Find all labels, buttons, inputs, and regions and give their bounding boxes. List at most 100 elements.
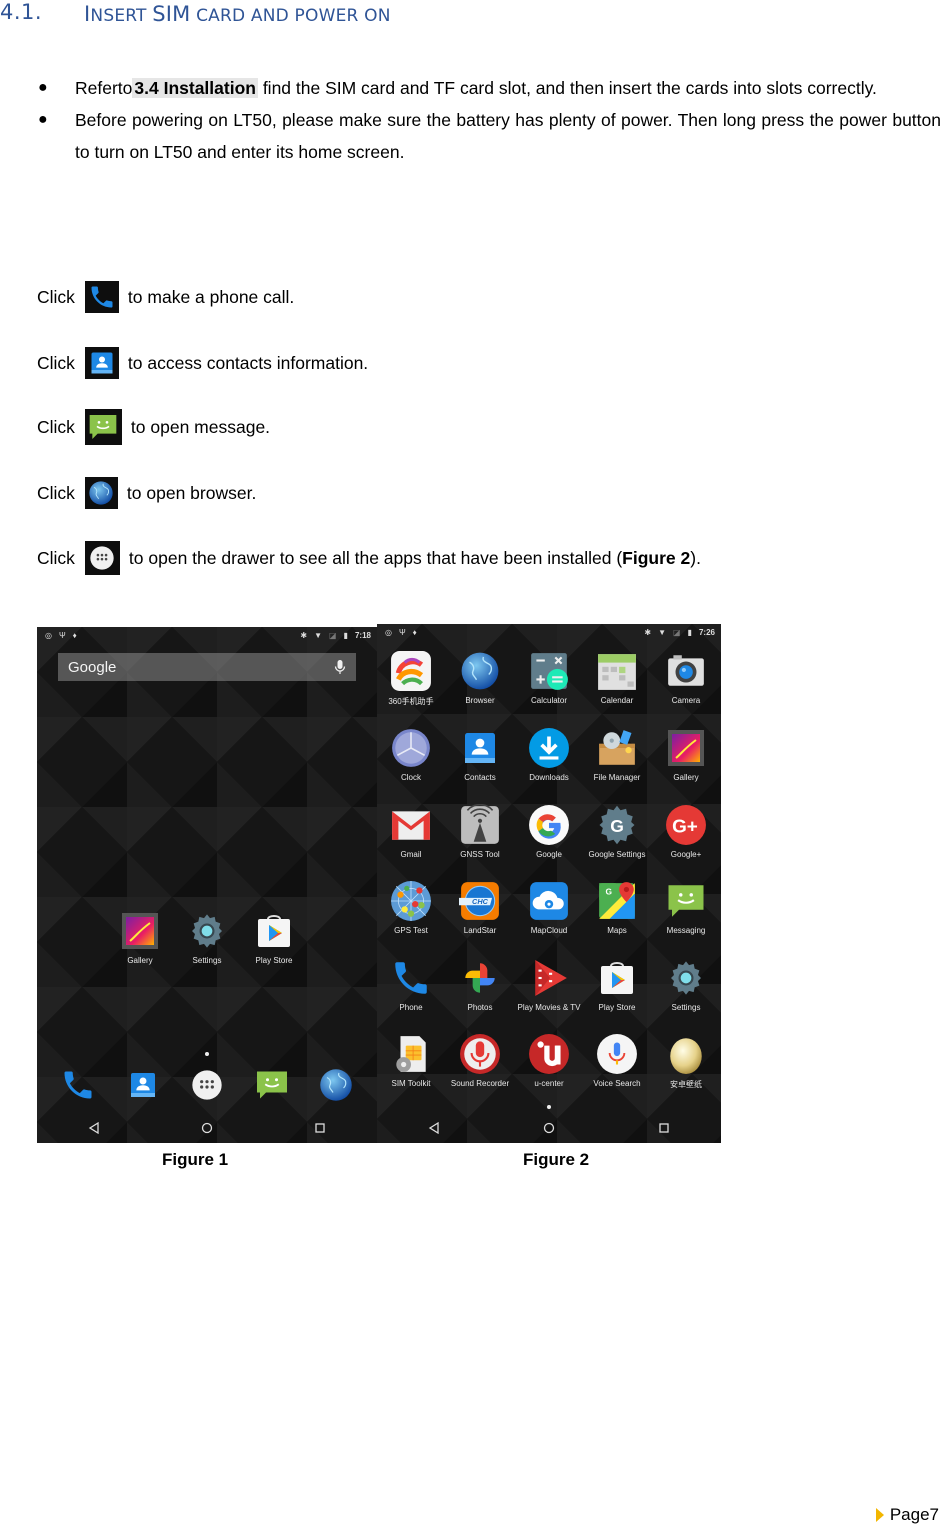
- wallpaper-icon: [665, 1033, 707, 1075]
- recents-button[interactable]: [305, 1117, 335, 1139]
- app-voice-search[interactable]: Voice Search: [584, 1033, 650, 1088]
- microphone-icon[interactable]: [334, 659, 346, 675]
- app-calendar[interactable]: Calendar: [584, 650, 650, 705]
- play-store-icon: [253, 910, 295, 952]
- google-search-bar[interactable]: Google: [58, 653, 356, 681]
- home-app-play-store[interactable]: Play Store: [241, 910, 307, 965]
- dock-app-drawer-icon[interactable]: [186, 1064, 228, 1106]
- app-play-movies[interactable]: Play Movies & TV: [516, 957, 582, 1012]
- google-plus-icon: G+: [665, 804, 707, 846]
- gps-test-icon: [390, 880, 432, 922]
- app-contacts[interactable]: Contacts: [447, 727, 513, 782]
- dock-phone-icon[interactable]: [57, 1064, 99, 1106]
- svg-text:G: G: [605, 887, 612, 897]
- dock-contacts-icon[interactable]: [122, 1064, 164, 1106]
- app-label: Phone: [399, 1003, 423, 1012]
- recents-button[interactable]: [649, 1117, 679, 1139]
- app-google-plus[interactable]: G+ Google+: [653, 804, 719, 859]
- bullet-item: ● Referto 3.4 Installation find the SIM c…: [36, 72, 941, 104]
- app-sim-toolkit[interactable]: SIM Toolkit: [378, 1033, 444, 1088]
- app-u-center[interactable]: u-center: [516, 1033, 582, 1088]
- app-label: Gmail: [400, 850, 422, 859]
- no-sim-icon: ◪: [673, 627, 681, 637]
- app-label: GNSS Tool: [460, 850, 500, 859]
- app-label: Voice Search: [593, 1079, 641, 1088]
- app-landstar[interactable]: CHC LandStar: [447, 880, 513, 935]
- app-sound-recorder[interactable]: Sound Recorder: [447, 1033, 513, 1088]
- status-time: 7:18: [354, 630, 371, 640]
- app-label: LandStar: [463, 926, 497, 935]
- status-bar: ◎ Ψ ♦ ✱ ▼ ◪ ▮ 7:18: [37, 627, 377, 643]
- app-clock[interactable]: Clock: [378, 727, 444, 782]
- status-bar: ◎ Ψ ♦ ✱ ▼ ◪ ▮ 7:26: [377, 624, 721, 640]
- app-wallpaper[interactable]: 安卓壁纸: [653, 1033, 719, 1090]
- dock-browser-icon[interactable]: [315, 1064, 357, 1106]
- app-play-store[interactable]: Play Store: [584, 957, 650, 1012]
- google-logo: Google: [68, 658, 117, 676]
- app-gnss-tool[interactable]: GNSS Tool: [447, 804, 513, 859]
- app-label: Sound Recorder: [450, 1079, 510, 1088]
- app-calculator[interactable]: Calculator: [516, 650, 582, 705]
- footer-marker-icon: [875, 1508, 884, 1522]
- app-messaging[interactable]: Messaging: [653, 880, 719, 935]
- app-downloads[interactable]: Downloads: [516, 727, 582, 782]
- wifi-icon: ▼: [658, 627, 667, 637]
- app-label: Contacts: [464, 773, 496, 782]
- app-file-manager[interactable]: File Manager: [584, 727, 650, 782]
- back-button[interactable]: [419, 1117, 449, 1139]
- figure-2-app-drawer: ◎ Ψ ♦ ✱ ▼ ◪ ▮ 7:26 360手机助手 Browser Calcula…: [377, 624, 721, 1143]
- app-label: SIM Toolkit: [391, 1079, 431, 1088]
- app-maps[interactable]: G Maps: [584, 880, 650, 935]
- phone-icon: [390, 957, 432, 999]
- home-button[interactable]: [534, 1117, 564, 1139]
- app-google[interactable]: Google: [516, 804, 582, 859]
- app-label: Messaging: [666, 926, 706, 935]
- settings-icon: [665, 957, 707, 999]
- app-camera[interactable]: Camera: [653, 650, 719, 705]
- figure-reference: Figure 2: [622, 547, 691, 568]
- app-gmail[interactable]: Gmail: [378, 804, 444, 859]
- home-app-gallery[interactable]: Gallery: [107, 910, 173, 965]
- app-photos[interactable]: Photos: [447, 957, 513, 1012]
- gallery-icon: [665, 727, 707, 769]
- google-settings-icon: G: [596, 804, 638, 846]
- sound-recorder-icon: [459, 1033, 501, 1075]
- app-gps-test[interactable]: GPS Test: [378, 880, 444, 935]
- app-settings[interactable]: Settings: [653, 957, 719, 1012]
- home-app-settings[interactable]: Settings: [174, 910, 240, 965]
- app-mapcloud[interactable]: MapCloud: [516, 880, 582, 935]
- app-label: Settings: [671, 1003, 701, 1012]
- app-label: GPS Test: [394, 926, 428, 935]
- app-label: Gallery: [673, 773, 699, 782]
- mapcloud-icon: [528, 880, 570, 922]
- svg-text:G+: G+: [672, 816, 698, 837]
- cross-reference-link[interactable]: 3.4 Installation: [132, 78, 258, 98]
- app-drawer-icon: [84, 541, 120, 575]
- svg-text:CHC: CHC: [472, 897, 489, 906]
- messaging-icon: [665, 880, 707, 922]
- app-360-assistant[interactable]: 360手机助手: [378, 650, 444, 707]
- click-instruction-contacts: Click to access contacts information.: [37, 345, 368, 381]
- play-store-icon: [596, 957, 638, 999]
- section-title: INSERT SIM CARD AND POWER ON: [84, 2, 391, 26]
- app-label: Google Settings: [588, 850, 646, 859]
- contacts-icon: [459, 727, 501, 769]
- app-gallery[interactable]: Gallery: [653, 727, 719, 782]
- bullet-dot: ●: [38, 111, 48, 128]
- home-button[interactable]: [192, 1117, 222, 1139]
- bullet-dot: ●: [38, 79, 48, 96]
- browser-icon: [84, 477, 118, 509]
- app-browser[interactable]: Browser: [447, 650, 513, 705]
- app-google-settings[interactable]: G Google Settings: [584, 804, 650, 859]
- app-phone[interactable]: Phone: [378, 957, 444, 1012]
- figure-1-caption: Figure 1: [162, 1150, 229, 1169]
- bullet-item: ● Before powering on LT50, please make s…: [36, 104, 941, 168]
- app-label: Maps: [607, 926, 627, 935]
- battery-icon: ▮: [343, 630, 348, 640]
- status-time: 7:26: [698, 627, 715, 637]
- app-label: Photos: [467, 1003, 493, 1012]
- android-debug-icon: ♦: [412, 627, 417, 637]
- gmail-icon: [390, 804, 432, 846]
- dock-messaging-icon[interactable]: [251, 1064, 293, 1106]
- back-button[interactable]: [79, 1117, 109, 1139]
